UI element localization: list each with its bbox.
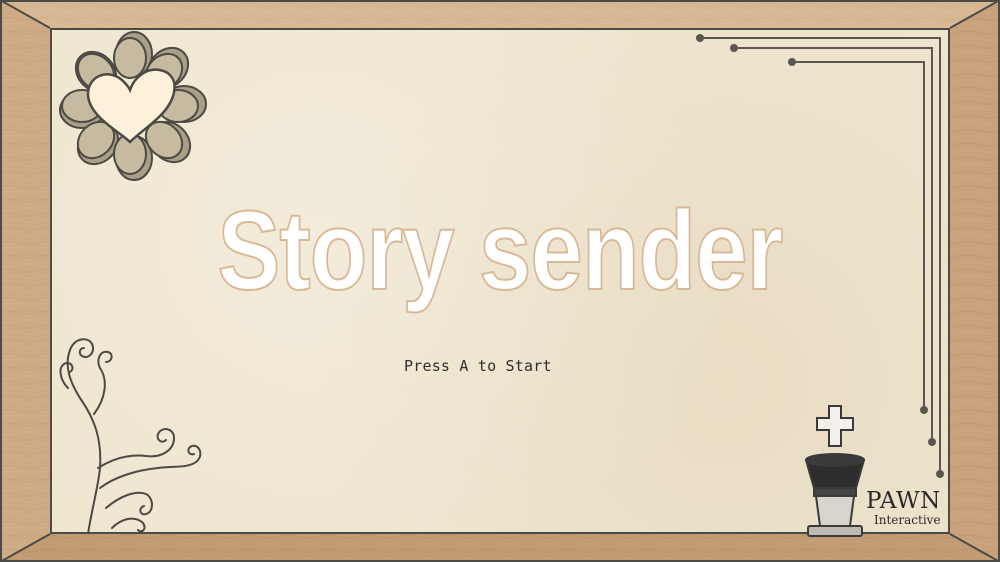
press-start-prompt[interactable]: Press A to Start bbox=[404, 357, 552, 375]
chess-king-icon bbox=[804, 405, 866, 537]
swirl-vine-icon bbox=[59, 338, 202, 534]
game-title: Story sender bbox=[217, 187, 785, 314]
title-screen[interactable]: Story sender Press A to Start PAWN Inter… bbox=[0, 0, 1000, 562]
logo-name: PAWN bbox=[866, 488, 941, 514]
heart-flower-icon bbox=[59, 31, 207, 181]
publisher-logo: PAWN Interactive bbox=[866, 489, 941, 527]
logo-subname: Interactive bbox=[874, 513, 941, 527]
